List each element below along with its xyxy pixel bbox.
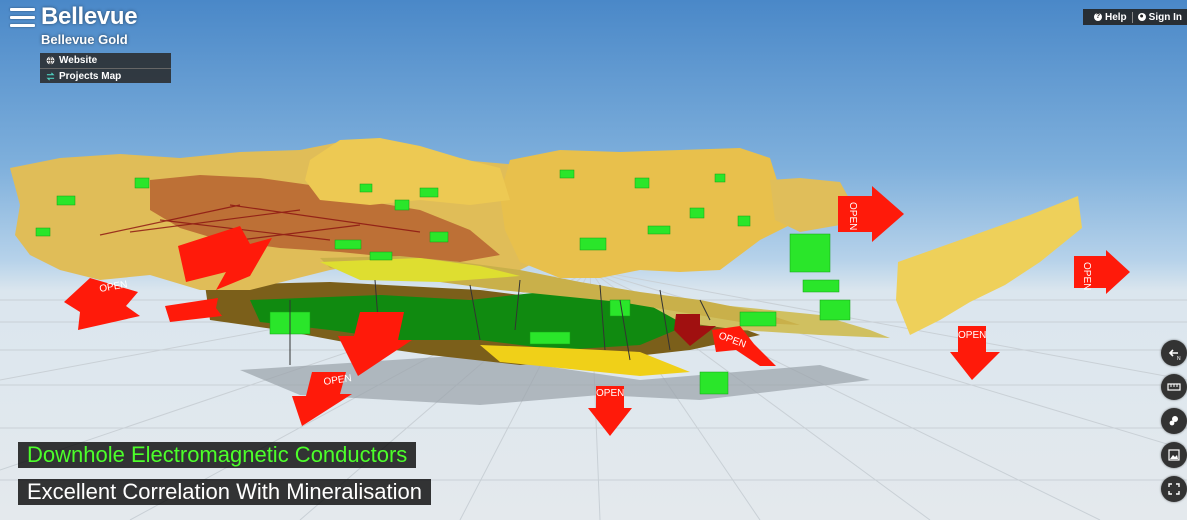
open-label-6: OPEN <box>958 330 986 341</box>
ruler-icon <box>1167 383 1181 391</box>
gold-lode-upper <box>305 138 510 205</box>
measure-button[interactable] <box>1161 374 1187 400</box>
gold-lode-center <box>500 148 800 278</box>
fullscreen-button[interactable] <box>1161 476 1187 502</box>
hamburger-icon <box>10 8 35 11</box>
projects-map-link-label: Projects Map <box>59 70 122 82</box>
open-label-4: OPEN <box>847 202 858 230</box>
sign-in-label: Sign In <box>1148 11 1182 23</box>
user-icon: ● <box>1137 13 1146 21</box>
hamburger-icon-bar <box>10 24 35 27</box>
website-link-label: Website <box>59 55 98 66</box>
swap-icon <box>46 72 55 80</box>
links-panel: Website Projects Map <box>40 53 171 83</box>
open-label-5: OPEN <box>1081 262 1092 290</box>
image-button[interactable] <box>1161 442 1187 468</box>
help-label: Help <box>1104 11 1127 23</box>
projects-map-link[interactable]: Projects Map <box>40 68 171 83</box>
fullscreen-icon <box>1168 483 1180 495</box>
question-icon: ? <box>1093 13 1102 21</box>
compass-icon: N <box>1168 349 1181 361</box>
app-subtitle: Bellevue Gold <box>41 32 128 47</box>
caption-correlation: Excellent Correlation With Mineralisatio… <box>18 479 431 505</box>
help-button[interactable]: ? Help <box>1089 12 1132 23</box>
layers-icon <box>1169 416 1178 426</box>
sign-in-button[interactable]: ● Sign In <box>1131 11 1187 23</box>
menu-button[interactable] <box>10 8 35 28</box>
hamburger-icon-bar <box>10 16 35 19</box>
open-label-3: OPEN <box>596 388 624 399</box>
image-icon <box>1168 449 1180 461</box>
view-controls: N <box>1161 340 1187 510</box>
svg-text:N: N <box>1177 356 1181 361</box>
layers-button[interactable] <box>1161 408 1187 434</box>
gold-plate-right <box>896 196 1082 335</box>
compass-north-button[interactable]: N <box>1161 340 1187 366</box>
website-link[interactable]: Website <box>40 53 171 68</box>
top-right-toolbar: ? Help ● Sign In <box>1082 9 1187 25</box>
globe-icon <box>46 56 55 65</box>
app-title: Bellevue <box>41 3 138 30</box>
caption-conductors: Downhole Electromagnetic Conductors <box>18 442 417 468</box>
